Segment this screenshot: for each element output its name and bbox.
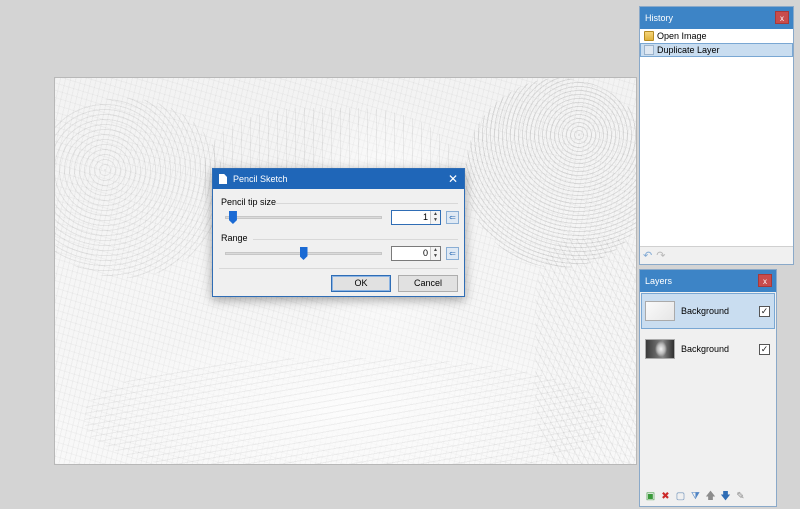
cancel-button[interactable]: Cancel	[398, 275, 458, 292]
layer-properties-icon[interactable]: ✎	[735, 491, 746, 502]
sketch-texture	[85, 358, 605, 464]
button-divider	[219, 268, 458, 269]
layers-panel: Layers x Background ✓ Background ✓ ▣ ✖ ▢…	[639, 269, 777, 507]
move-down-icon[interactable]: 🡇	[720, 491, 731, 502]
spin-value: 0	[422, 248, 428, 258]
slider-thumb[interactable]	[299, 247, 308, 260]
duplicate-layer-icon[interactable]: ▢	[675, 491, 686, 502]
history-item-label: Duplicate Layer	[657, 45, 720, 55]
folder-icon	[644, 31, 654, 41]
undo-arrow-icon[interactable]: ↶	[643, 249, 652, 262]
pencil-tip-size-input[interactable]: 1 ▲ ▼	[391, 210, 441, 225]
history-panel: History x Open Image Duplicate Layer ↶ ↷	[639, 6, 794, 265]
slider-thumb[interactable]	[228, 211, 237, 224]
history-footer: ↶ ↷	[640, 246, 793, 264]
spin-arrows-icon[interactable]: ▲ ▼	[430, 247, 440, 260]
redo-arrow-icon[interactable]: ↷	[656, 249, 665, 262]
merge-down-icon[interactable]: ⧩	[690, 491, 701, 502]
dialog-title: Pencil Sketch	[233, 174, 288, 184]
history-close-button[interactable]: x	[775, 11, 789, 24]
history-list: Open Image Duplicate Layer	[640, 29, 793, 246]
sketch-texture	[55, 98, 225, 278]
layer-thumbnail	[645, 301, 675, 321]
ok-button[interactable]: OK	[331, 275, 391, 292]
delete-layer-icon[interactable]: ✖	[660, 491, 671, 502]
layer-name: Background	[681, 344, 730, 354]
add-layer-icon[interactable]: ▣	[645, 491, 656, 502]
pencil-tip-size-label: Pencil tip size	[221, 197, 277, 207]
layers-close-button[interactable]: x	[758, 274, 772, 287]
dialog-titlebar[interactable]: Pencil Sketch ✕	[213, 169, 464, 189]
pencil-sketch-dialog: Pencil Sketch ✕ Pencil tip size 1 ▲ ▼ ⇐ R…	[212, 168, 465, 297]
history-item-open-image[interactable]: Open Image	[640, 29, 793, 43]
reset-arrow-button[interactable]: ⇐	[446, 247, 459, 260]
layer-visibility-checkbox[interactable]: ✓	[759, 343, 770, 355]
range-input[interactable]: 0 ▲ ▼	[391, 246, 441, 261]
section-divider	[253, 239, 458, 240]
range-slider[interactable]	[225, 247, 382, 260]
layer-icon	[644, 45, 654, 55]
document-icon	[219, 174, 227, 184]
reset-arrow-button[interactable]: ⇐	[446, 211, 459, 224]
spin-value: 1	[422, 212, 428, 222]
history-title: History	[645, 13, 674, 23]
layer-row[interactable]: Background ✓	[641, 331, 775, 367]
layers-toolbar: ▣ ✖ ▢ ⧩ 🡅 🡇 ✎	[640, 486, 776, 506]
pencil-tip-size-slider[interactable]	[225, 211, 382, 224]
history-item-label: Open Image	[657, 31, 707, 41]
range-label: Range	[221, 233, 248, 243]
layer-visibility-checkbox[interactable]: ✓	[759, 305, 770, 317]
spin-arrows-icon[interactable]: ▲ ▼	[430, 211, 440, 224]
layer-row[interactable]: Background ✓	[641, 293, 775, 329]
section-divider	[275, 203, 458, 204]
history-item-duplicate-layer[interactable]: Duplicate Layer	[640, 43, 793, 57]
dialog-close-button[interactable]: ✕	[448, 171, 458, 187]
layer-name: Background	[681, 306, 730, 316]
move-up-icon[interactable]: 🡅	[705, 491, 716, 502]
layers-title: Layers	[645, 276, 673, 286]
history-titlebar[interactable]: History x	[640, 7, 793, 29]
layer-thumbnail	[645, 339, 675, 359]
layers-titlebar[interactable]: Layers x	[640, 270, 776, 292]
